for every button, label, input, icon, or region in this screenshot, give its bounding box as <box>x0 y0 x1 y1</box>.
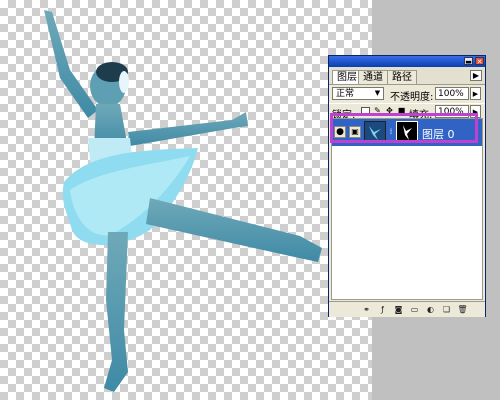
new-group-icon[interactable]: ▭ <box>409 304 420 315</box>
palette-menu-icon[interactable]: ▶ <box>470 70 482 81</box>
layer-thumbnail[interactable] <box>364 121 386 143</box>
tab-channels[interactable]: 通道 <box>358 70 388 84</box>
palette-tabs: 图层 通道 路径 ▶ <box>329 67 485 85</box>
tab-paths[interactable]: 路径 <box>387 70 417 84</box>
opacity-input[interactable]: 100% <box>435 87 469 100</box>
blend-mode-value: 正常 <box>336 89 355 99</box>
document-canvas[interactable] <box>0 0 372 400</box>
adjustment-layer-icon[interactable]: ◐ <box>425 304 436 315</box>
blend-mode-select[interactable]: 正常 ▼ <box>332 87 384 100</box>
blend-row: 正常 ▼ 不透明度: 100% ▶ <box>329 86 485 103</box>
eye-icon[interactable]: ● <box>334 126 346 138</box>
new-layer-icon[interactable]: ❏ <box>441 304 452 315</box>
chevron-down-icon: ▼ <box>374 89 381 97</box>
close-icon[interactable]: ✕ <box>475 57 484 66</box>
ballerina-image <box>44 10 322 392</box>
palette-titlebar[interactable]: ▬ ✕ <box>329 56 485 67</box>
mask-silhouette-icon <box>403 125 412 140</box>
lock-all-icon[interactable]: ■ <box>397 106 406 116</box>
palette-bottom-bar: ⚭ ƒ ◙ ▭ ◐ ❏ 🗑 <box>329 301 485 317</box>
fill-input[interactable]: 100% <box>435 105 469 118</box>
lock-position-icon[interactable]: ✥ <box>385 106 394 116</box>
add-mask-icon[interactable]: ◙ <box>393 304 404 315</box>
lock-transparency-icon[interactable] <box>361 107 370 116</box>
minimize-icon[interactable]: ▬ <box>464 57 473 66</box>
opacity-slider-button[interactable]: ▶ <box>470 87 481 100</box>
delete-layer-icon[interactable]: 🗑 <box>457 304 468 315</box>
link-layers-icon[interactable]: ⚭ <box>361 304 372 315</box>
opacity-label: 不透明度: <box>390 92 434 103</box>
fill-slider-button[interactable]: ▶ <box>470 105 481 118</box>
layers-palette: ▬ ✕ 图层 通道 路径 ▶ 正常 ▼ 不透明度: 100% ▶ 锁定: ✎ ✥… <box>328 55 486 317</box>
brush-icon: ▣ <box>349 126 361 138</box>
layer-name[interactable]: 图层 0 <box>422 126 455 142</box>
lock-pixels-icon[interactable]: ✎ <box>373 106 382 116</box>
dancer-thumbnail-icon <box>369 126 381 140</box>
mask-thumbnail[interactable] <box>396 121 418 143</box>
layer-row[interactable]: ● ▣ ⁞ 图层 0 <box>332 119 482 146</box>
layer-style-icon[interactable]: ƒ <box>377 304 388 315</box>
chain-icon[interactable]: ⁞ <box>388 126 394 138</box>
layer-list: ● ▣ ⁞ 图层 0 <box>331 118 483 300</box>
